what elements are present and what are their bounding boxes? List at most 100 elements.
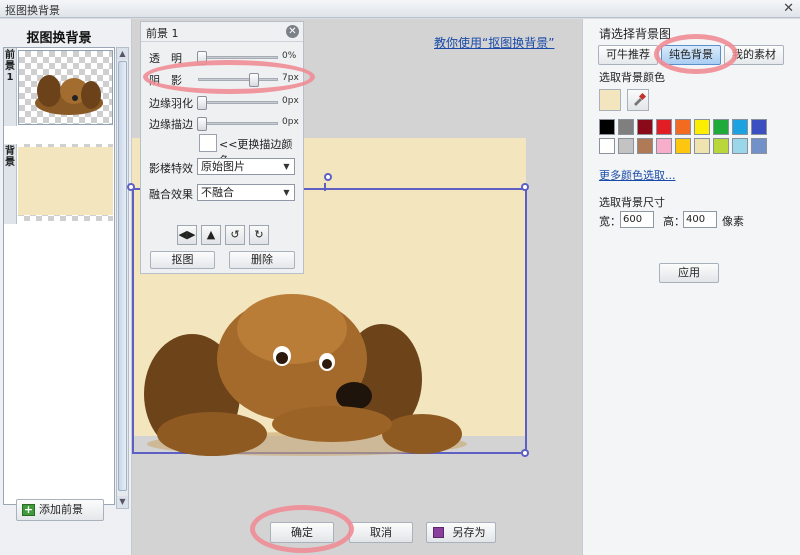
color-swatch[interactable]: [694, 119, 710, 135]
cancel-button[interactable]: 取消: [349, 522, 413, 543]
left-panel: 抠图换背景 前景1 背景 ▲ ▼ + 添加前景: [0, 19, 132, 555]
rotate-right-icon[interactable]: ↻: [249, 225, 269, 245]
window-title: 抠图换背景: [5, 4, 60, 17]
color-swatch[interactable]: [599, 138, 615, 154]
scroll-up-icon[interactable]: ▲: [117, 48, 128, 60]
tab-recommended[interactable]: 可牛推荐: [598, 45, 658, 65]
delete-button[interactable]: 删除: [229, 251, 295, 269]
dog-foreground-image[interactable]: [132, 284, 477, 464]
ok-button[interactable]: 确定: [270, 522, 334, 543]
opacity-slider[interactable]: [197, 51, 278, 65]
feather-slider-knob[interactable]: [197, 96, 207, 110]
stroke-label: 边缘描边: [149, 118, 193, 131]
tab-solid-color[interactable]: 纯色背景: [661, 45, 721, 65]
color-swatch[interactable]: [637, 119, 653, 135]
rotate-handle-stem: [324, 183, 326, 191]
cutout-button[interactable]: 抠图: [150, 251, 215, 269]
effect-select[interactable]: 原始图片 ▼: [197, 158, 295, 175]
opacity-value: 0%: [282, 51, 297, 61]
feather-slider[interactable]: [197, 96, 278, 110]
tab-my-materials[interactable]: 我的素材: [724, 45, 784, 65]
color-swatch[interactable]: [599, 119, 615, 135]
right-panel: 请选择背景图 可牛推荐 纯色背景 我的素材 选取背景颜色 更多颜色选取... 选…: [582, 19, 800, 555]
color-swatch[interactable]: [694, 138, 710, 154]
background-fill: [18, 147, 113, 215]
save-as-button[interactable]: 另存为: [426, 522, 496, 543]
color-swatch[interactable]: [751, 138, 767, 154]
tab-foreground-1[interactable]: 前景1: [4, 48, 17, 126]
stroke-slider-knob[interactable]: [197, 117, 207, 131]
tab-background[interactable]: 背景: [4, 144, 17, 224]
size-row: 宽： 600 高： 400 像素: [599, 211, 789, 229]
color-swatch[interactable]: [618, 119, 634, 135]
rotate-left-icon[interactable]: ↺: [225, 225, 245, 245]
add-foreground-label: 添加前景: [39, 503, 83, 516]
title-bar: 抠图换背景 ✕: [0, 0, 800, 18]
flip-horizontal-icon[interactable]: ◀▶: [177, 225, 197, 245]
eyedropper-icon[interactable]: [627, 89, 649, 111]
scroll-thumb[interactable]: [118, 61, 127, 491]
opacity-slider-knob[interactable]: [197, 51, 207, 65]
apply-button[interactable]: 应用: [659, 263, 719, 283]
shadow-slider[interactable]: [198, 73, 278, 87]
color-swatch[interactable]: [713, 138, 729, 154]
color-swatch[interactable]: [713, 119, 729, 135]
color-swatch[interactable]: [618, 138, 634, 154]
layer-scrollbar[interactable]: ▲ ▼: [116, 47, 129, 509]
chevron-down-icon: ▼: [283, 162, 290, 171]
height-input[interactable]: 400: [683, 211, 717, 228]
resize-handle-br[interactable]: [521, 449, 529, 457]
effect-row: 影楼特效 原始图片 ▼: [149, 158, 299, 176]
blend-select[interactable]: 不融合 ▼: [197, 184, 295, 201]
help-link[interactable]: 教你使用“抠图换背景”: [434, 34, 554, 51]
height-label: 高：: [663, 215, 685, 228]
flip-vertical-icon[interactable]: ▲: [201, 225, 221, 245]
panel-title: 抠图换背景: [26, 31, 92, 46]
tab-background-label: 背景: [5, 146, 15, 168]
color-swatch[interactable]: [656, 138, 672, 154]
stroke-color-box[interactable]: [199, 134, 217, 152]
scroll-down-icon[interactable]: ▼: [117, 496, 128, 508]
color-swatch[interactable]: [751, 119, 767, 135]
shadow-slider-knob[interactable]: [249, 73, 259, 87]
color-swatch[interactable]: [637, 138, 653, 154]
blend-label: 融合效果: [149, 188, 193, 201]
tab-foreground-1-label: 前景1: [5, 50, 15, 83]
stroke-slider[interactable]: [197, 117, 278, 131]
foreground-thumbnail[interactable]: [18, 50, 113, 125]
foreground-properties-panel: 前景 1 ✕ 透 明 0% 阴 影 7px 边缘羽化 0px 边缘描边 0px …: [140, 21, 304, 274]
blend-row: 融合效果 不融合 ▼: [149, 184, 299, 202]
feather-label: 边缘羽化: [149, 97, 193, 110]
background-heading: 请选择背景图: [599, 27, 672, 41]
color-swatch[interactable]: [675, 138, 691, 154]
color-swatch[interactable]: [675, 119, 691, 135]
color-swatch[interactable]: [732, 138, 748, 154]
chevron-down-icon: ▼: [283, 188, 290, 197]
effect-label: 影楼特效: [149, 162, 193, 175]
size-label: 选取背景尺寸: [599, 196, 665, 209]
save-as-label: 另存为: [452, 526, 486, 539]
resize-handle-tl[interactable]: [127, 183, 135, 191]
more-colors-link[interactable]: 更多颜色选取...: [599, 167, 676, 183]
close-panel-icon[interactable]: ✕: [286, 25, 299, 38]
current-color-swatch: [599, 89, 621, 111]
color-swatch[interactable]: [732, 119, 748, 135]
shadow-slider-row: 阴 影 7px: [141, 70, 303, 88]
unit-label: 像素: [722, 215, 744, 228]
close-icon[interactable]: ✕: [783, 1, 794, 16]
opacity-slider-row: 透 明 0%: [141, 48, 303, 66]
feather-value: 0px: [282, 96, 299, 106]
background-thumbnail[interactable]: [18, 144, 113, 221]
save-icon: [433, 527, 444, 538]
shadow-label: 阴 影: [149, 74, 182, 87]
resize-handle-tr[interactable]: [521, 183, 529, 191]
stroke-value: 0px: [282, 117, 299, 127]
effect-select-value: 原始图片: [201, 160, 245, 173]
width-label: 宽：: [599, 215, 621, 228]
width-input[interactable]: 600: [620, 211, 654, 228]
add-foreground-button[interactable]: + 添加前景: [16, 499, 104, 521]
color-label: 选取背景颜色: [599, 71, 665, 84]
color-swatch[interactable]: [656, 119, 672, 135]
rotate-handle[interactable]: [324, 173, 332, 181]
blend-select-value: 不融合: [201, 186, 234, 199]
